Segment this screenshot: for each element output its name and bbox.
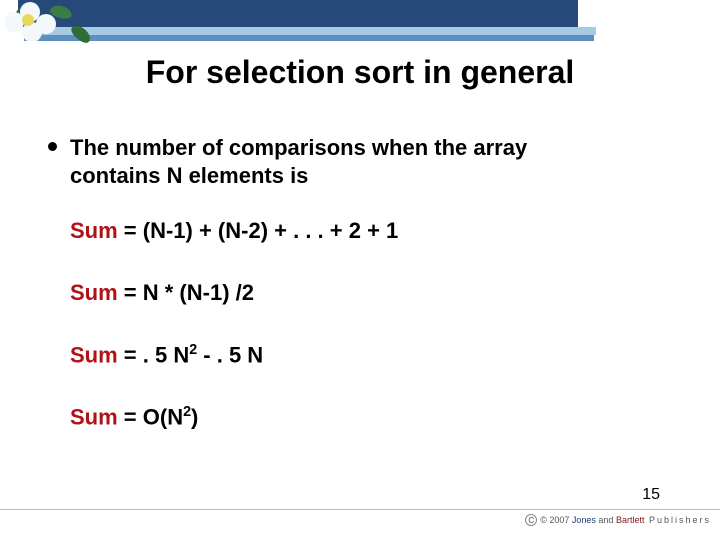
footer-divider xyxy=(0,509,720,510)
copyright: C© 2007 Jones and Bartlett Publishers xyxy=(525,514,711,534)
copyright-bartlett: Bartlett xyxy=(616,515,645,525)
copyright-year: © 2007 xyxy=(540,515,569,525)
sum-label: Sum xyxy=(70,218,118,243)
equation-2: Sum = N * (N-1) /2 xyxy=(70,280,254,306)
copyright-icon: C xyxy=(525,514,537,526)
eq2-rhs: = N * (N-1) /2 xyxy=(118,280,254,305)
eq3-exp: 2 xyxy=(189,342,197,358)
bullet-text: The number of comparisons when the array… xyxy=(70,135,527,188)
copyright-jones: Jones xyxy=(572,515,596,525)
banner-stripe-light xyxy=(36,27,596,35)
page-number: 15 xyxy=(642,486,660,504)
banner-stripe-mid xyxy=(24,35,594,41)
sum-label: Sum xyxy=(70,280,118,305)
sum-label: Sum xyxy=(70,342,118,367)
eq3-post: - . 5 N xyxy=(197,342,263,367)
bullet-item: The number of comparisons when the array… xyxy=(70,134,610,189)
equation-1: Sum = (N-1) + (N-2) + . . . + 2 + 1 xyxy=(70,218,398,244)
flower-icon xyxy=(0,0,105,44)
eq4-exp: 2 xyxy=(183,404,191,420)
eq3-pre: = . 5 N xyxy=(118,342,190,367)
slide-title: For selection sort in general xyxy=(0,54,720,91)
equation-4: Sum = O(N2) xyxy=(70,404,198,430)
banner xyxy=(0,0,720,44)
eq4-pre: = O(N xyxy=(118,404,183,429)
eq4-post: ) xyxy=(191,404,198,429)
bullet-icon xyxy=(48,142,57,151)
slide: For selection sort in general The number… xyxy=(0,0,720,540)
equation-3: Sum = . 5 N2 - . 5 N xyxy=(70,342,263,368)
eq1-rhs: = (N-1) + (N-2) + . . . + 2 + 1 xyxy=(118,218,399,243)
sum-label: Sum xyxy=(70,404,118,429)
copyright-publishers: Publishers xyxy=(644,515,711,525)
copyright-and: and xyxy=(596,515,616,525)
